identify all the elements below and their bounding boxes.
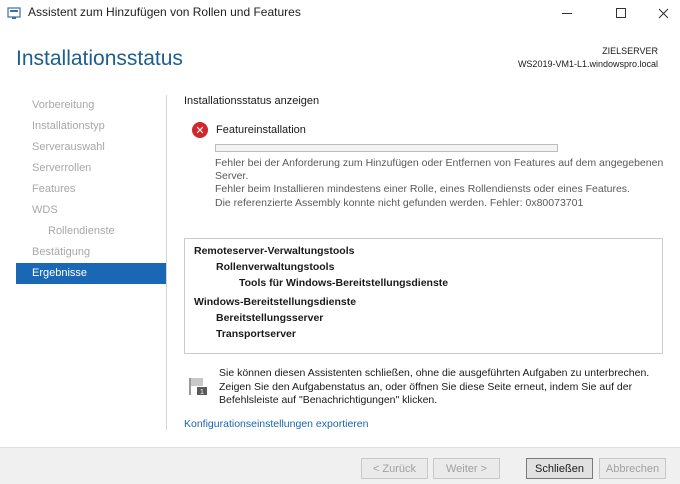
close-window-button[interactable] <box>640 0 680 26</box>
error-line: Fehler beim Installieren mindestens eine… <box>215 183 630 196</box>
feature-item: Rollenverwaltungstools <box>216 261 335 273</box>
cancel-button[interactable]: Abbrechen <box>599 458 666 479</box>
main-content: Installationsstatus anzeigen ✕ Featurein… <box>184 95 664 209</box>
installation-status-row: ✕ Featureinstallation <box>192 122 306 138</box>
status-label: Featureinstallation <box>216 124 306 136</box>
target-server-name: WS2019-VM1-L1.windowspro.local <box>517 59 658 69</box>
nav-item-rollendienste: Rollendienste <box>48 225 115 237</box>
next-button[interactable]: Weiter > <box>433 458 500 479</box>
nav-item-ergebnisse[interactable]: Ergebnisse <box>16 263 166 284</box>
title-bar: Assistent zum Hinzufügen von Rollen und … <box>0 0 680 26</box>
feature-item: Windows-Bereitstellungsdienste <box>194 296 357 308</box>
nav-divider <box>166 95 167 430</box>
nav-item-bestaetigung: Bestätigung <box>32 246 91 258</box>
section-heading: Installationsstatus anzeigen <box>184 95 320 107</box>
target-server-label: ZIELSERVER <box>602 46 658 56</box>
info-note: Sie können diesen Assistenten schließen,… <box>219 367 659 408</box>
nav-item-serverauswahl: Serverauswahl <box>32 141 105 153</box>
progress-bar <box>215 144 558 152</box>
error-message: Fehler bei der Anforderung zum Hinzufüge… <box>215 157 665 210</box>
note-line: Sie können diesen Assistenten schließen,… <box>219 367 650 379</box>
minimize-icon <box>562 12 572 14</box>
nav-item-installationstyp: Installationstyp <box>32 120 105 132</box>
feature-item: Bereitstellungsserver <box>216 312 324 324</box>
export-settings-link[interactable]: Konfigurationseinstellungen exportieren <box>184 418 368 430</box>
maximize-button[interactable] <box>598 0 644 26</box>
error-line: Die referenzierte Assembly konnte nicht … <box>215 196 584 209</box>
window-title: Assistent zum Hinzufügen von Rollen und … <box>28 5 301 19</box>
feature-item: Transportserver <box>216 328 296 340</box>
notification-flag-icon: 1 <box>189 378 207 396</box>
close-button[interactable]: Schließen <box>526 458 593 479</box>
page-title: Installationsstatus <box>16 47 183 70</box>
feature-item: Tools für Windows-Bereitstellungsdienste <box>239 277 449 289</box>
maximize-icon <box>616 8 626 18</box>
error-line: Fehler bei der Anforderung zum Hinzufüge… <box>215 157 664 169</box>
nav-item-features: Features <box>32 183 76 195</box>
error-line: Server. <box>215 170 249 183</box>
feature-item: Remoteserver-Verwaltungstools <box>194 245 355 257</box>
features-list: Remoteserver-Verwaltungstools Rollenverw… <box>184 238 663 354</box>
error-icon: ✕ <box>192 122 208 138</box>
minimize-button[interactable] <box>544 0 590 26</box>
close-icon <box>658 8 668 18</box>
nav-item-vorbereitung: Vorbereitung <box>32 99 95 111</box>
back-button[interactable]: < Zurück <box>361 458 428 479</box>
server-manager-icon <box>7 7 21 19</box>
wizard-steps-nav: Vorbereitung Installationstyp Serverausw… <box>16 95 166 284</box>
nav-item-serverrollen: Serverrollen <box>32 162 92 174</box>
note-line: Zeigen Sie den Aufgabenstatus an, oder ö… <box>219 380 633 393</box>
note-line: Befehlsleiste auf "Benachrichtigungen" k… <box>219 394 438 406</box>
nav-item-wds: WDS <box>32 204 58 216</box>
footer-bar: < Zurück Weiter > Schließen Abbrechen <box>0 447 680 484</box>
svg-text:1: 1 <box>200 389 204 396</box>
